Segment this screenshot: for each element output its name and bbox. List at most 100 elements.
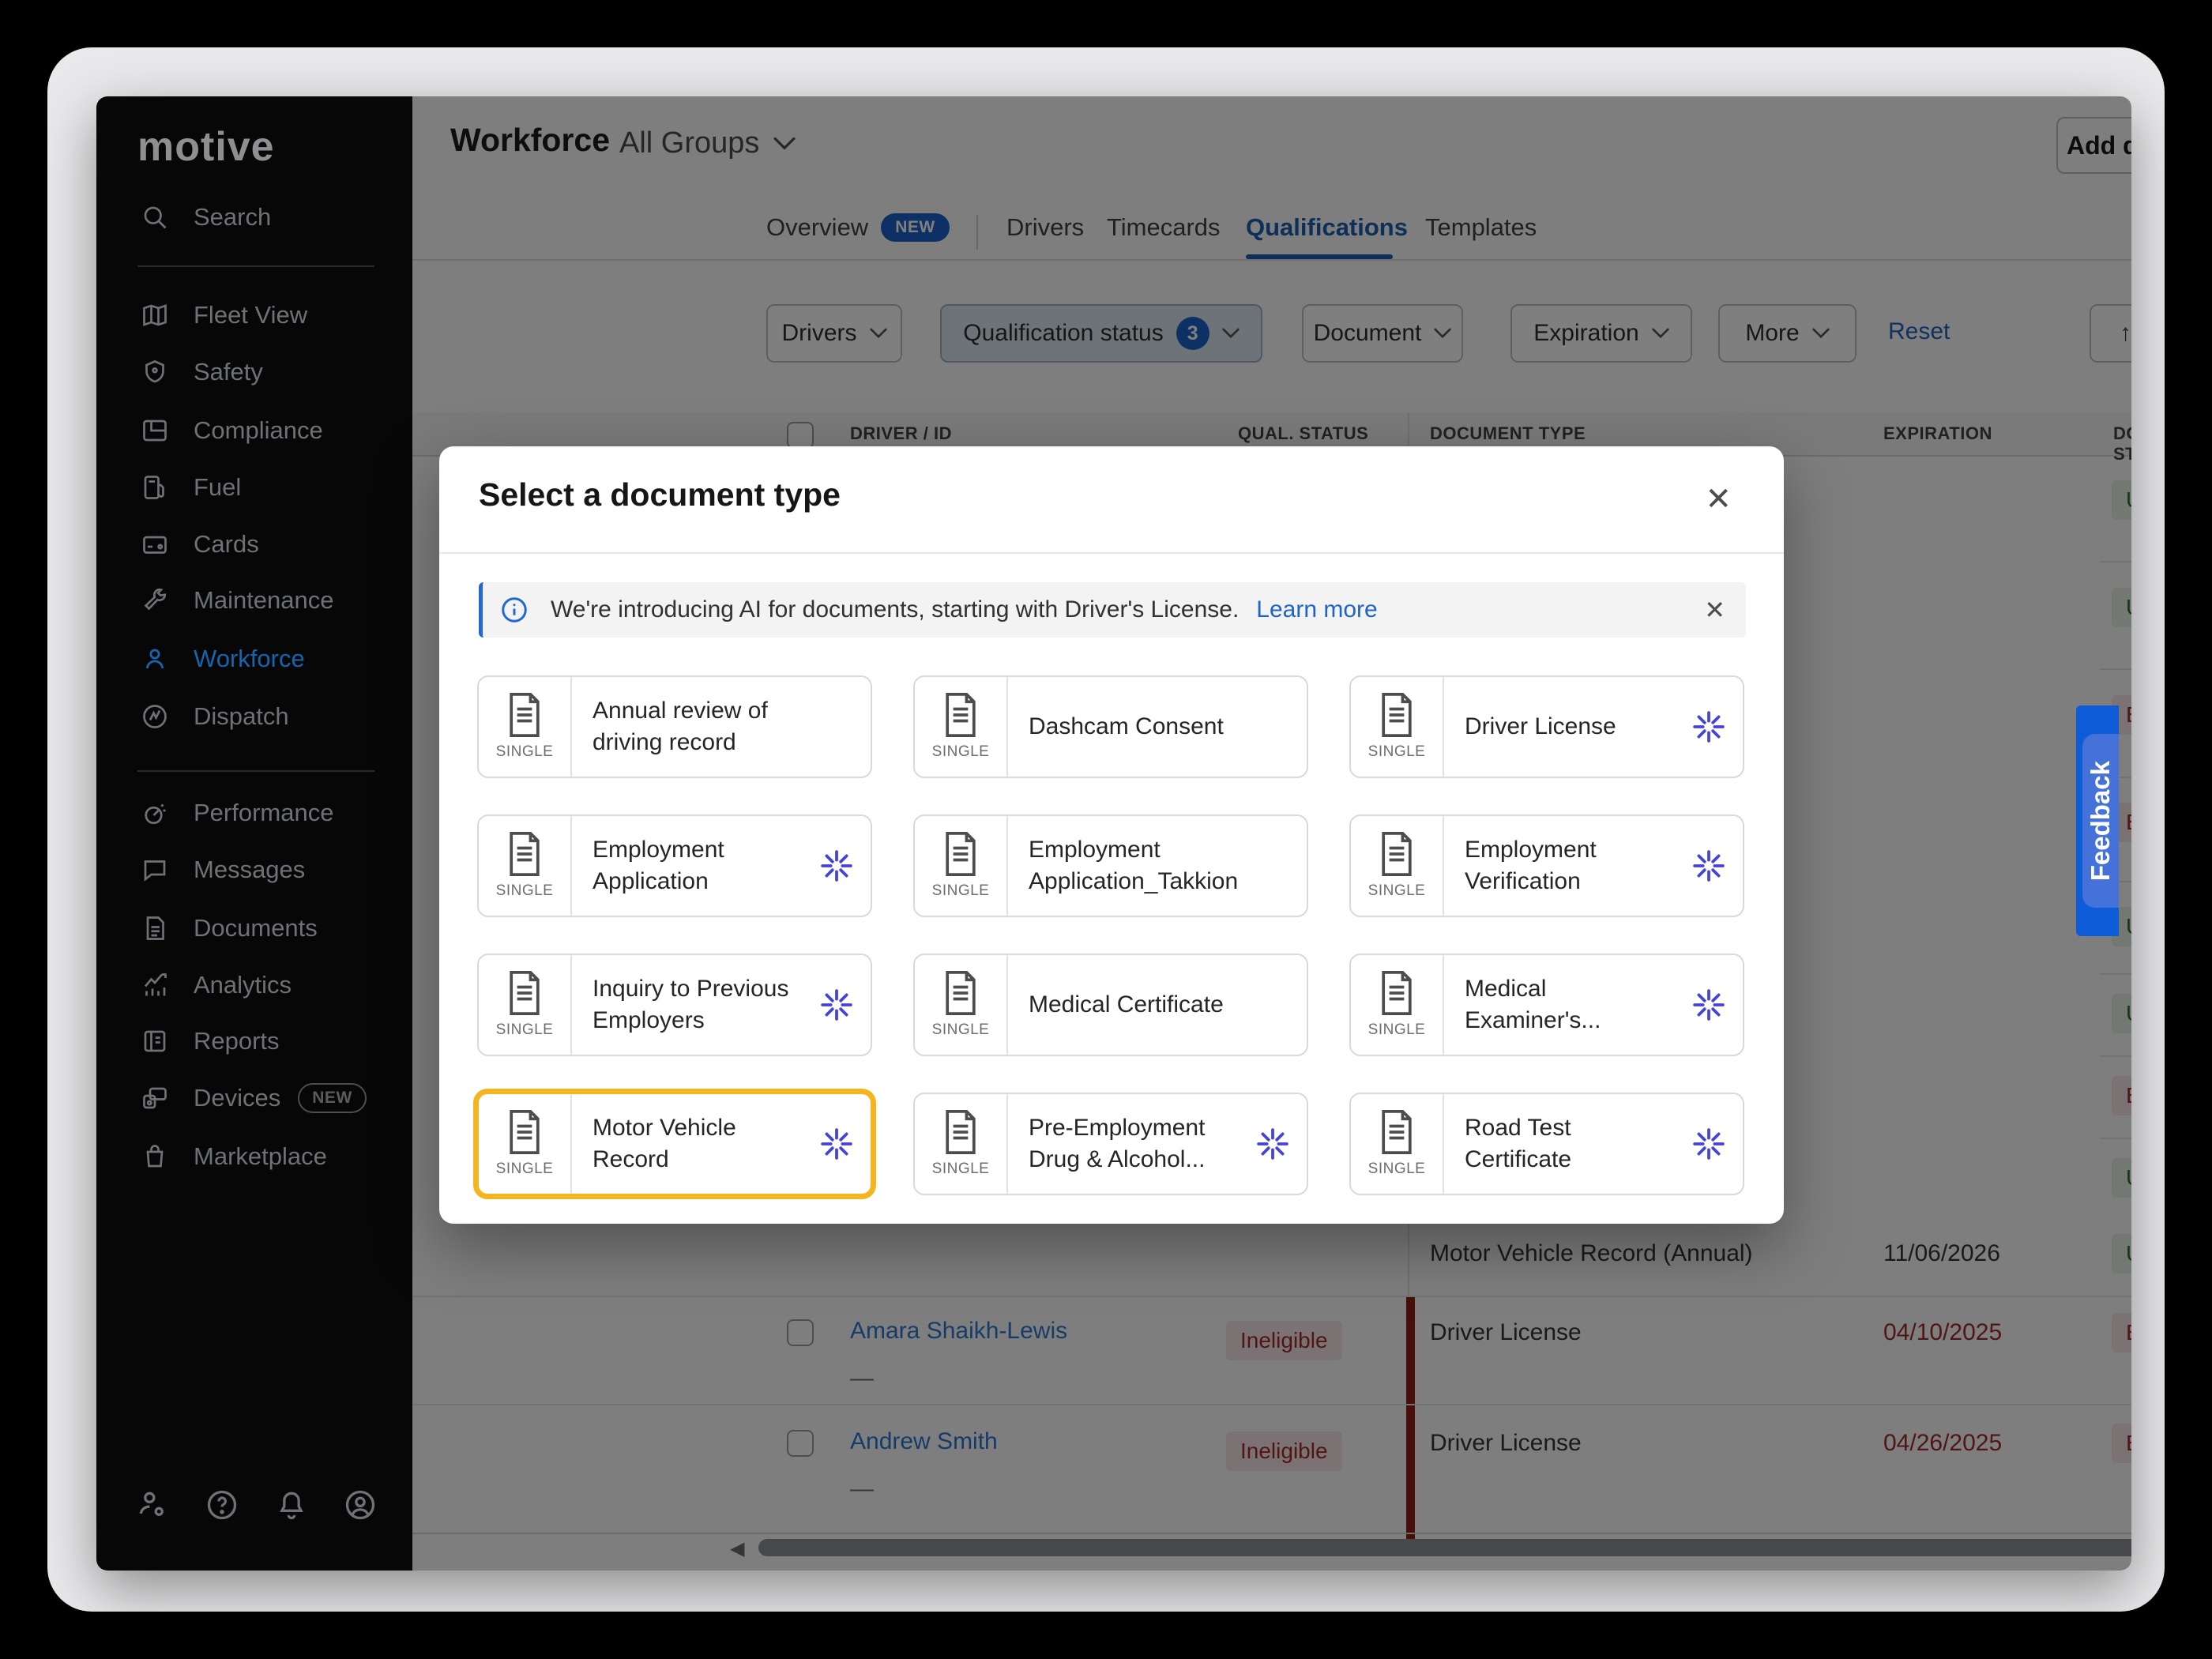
sidebar-divider [137,770,374,772]
info-icon [500,596,529,624]
help-icon[interactable] [204,1487,240,1523]
person-icon [138,645,171,673]
sidebar-search[interactable]: Search [96,194,412,240]
single-label: SINGLE [1368,743,1426,761]
doc-card-title: Medical Certificate [1029,989,1270,1021]
doc-card-inquiry-previous-employers[interactable]: SINGLE Inquiry to Previous Employers [477,954,872,1056]
ai-sparkle-icon [820,1127,853,1161]
sidebar-item-analytics[interactable]: Analytics [96,962,412,1008]
sidebar-item-label: Safety [194,358,263,386]
sidebar-divider [137,265,374,267]
shopping-bag-icon [138,1142,171,1171]
modal-close-icon[interactable]: ✕ [1705,481,1732,517]
document-icon [942,832,979,876]
sidebar-item-devices[interactable]: Devices NEW [96,1075,412,1121]
select-document-type-modal: Select a document type ✕ We're introduci… [439,446,1784,1224]
document-icon [506,693,543,737]
document-icon [506,832,543,876]
doc-card-title: Medical Examiner's... [1465,973,1675,1036]
feedback-tab[interactable]: Feedback [2076,705,2119,936]
ai-sparkle-icon [1692,710,1725,743]
single-label: SINGLE [496,1161,554,1178]
sidebar-item-fuel[interactable]: Fuel [96,465,412,510]
sidebar-item-label: Marketplace [194,1142,327,1171]
doc-card-employment-application[interactable]: SINGLE Employment Application [477,814,872,917]
ai-sparkle-icon [1692,988,1725,1021]
sidebar-item-label: Reports [194,1027,280,1055]
dispatch-icon [138,702,171,731]
document-icon [1379,971,1415,1015]
sidebar-item-label: Fuel [194,473,241,502]
fuel-pump-icon [138,473,171,502]
sidebar-item-marketplace[interactable]: Marketplace [96,1134,412,1179]
sidebar-item-label: Cards [194,530,259,559]
doc-card-dashcam-consent[interactable]: SINGLE Dashcam Consent [913,675,1308,778]
search-icon [138,203,171,231]
single-label: SINGLE [1368,1161,1426,1178]
sidebar-item-maintenance[interactable]: Maintenance [96,577,412,623]
doc-card-motor-vehicle-record[interactable]: SINGLE Motor Vehicle Record [473,1089,876,1199]
document-icon [1379,1110,1415,1154]
document-icon [1379,693,1415,737]
doc-card-annual-review[interactable]: SINGLE Annual review of driving record [477,675,872,778]
modal-header-divider [439,552,1784,554]
doc-card-title: Dashcam Consent [1029,711,1270,743]
account-icon[interactable] [342,1487,378,1523]
doc-card-road-test-certificate[interactable]: SINGLE Road Test Certificate [1349,1093,1744,1195]
document-icon [942,1110,979,1154]
single-label: SINGLE [932,882,990,900]
document-icon [942,693,979,737]
single-label: SINGLE [496,1021,554,1039]
trend-chart-icon [138,971,171,999]
sidebar-item-label: Analytics [194,971,292,999]
sidebar-item-fleet-view[interactable]: Fleet View [96,292,412,338]
gauge-icon [138,799,171,827]
ai-announcement-banner: We're introducing AI for documents, star… [479,582,1746,638]
doc-card-driver-license[interactable]: SINGLE Driver License [1349,675,1744,778]
sidebar-item-safety[interactable]: Safety [96,349,412,395]
devices-new-badge: NEW [298,1083,367,1113]
screenshot-root: motive Search Fleet View Safety Complian… [0,0,2212,1659]
motive-logo: motive [137,123,275,171]
sidebar-item-label: Dispatch [194,702,289,731]
doc-card-title: Employment Verification [1465,834,1675,897]
panels-icon [138,416,171,445]
document-icon [506,1110,543,1154]
report-icon [138,1027,171,1055]
modal-title: Select a document type [479,476,841,514]
notifications-bell-icon[interactable] [273,1487,310,1523]
doc-card-title: Motor Vehicle Record [592,1112,803,1176]
sidebar: motive Search Fleet View Safety Complian… [96,96,412,1571]
document-icon [1379,832,1415,876]
sidebar-item-messages[interactable]: Messages [96,847,412,893]
doc-card-title: Employment Application [592,834,803,897]
shield-icon [138,358,171,386]
document-icon [506,971,543,1015]
single-label: SINGLE [496,882,554,900]
banner-close-icon[interactable]: ✕ [1704,595,1725,625]
doc-card-title: Road Test Certificate [1465,1112,1675,1176]
sidebar-item-label: Messages [194,856,305,884]
single-label: SINGLE [932,1021,990,1039]
banner-text: We're introducing AI for documents, star… [551,596,1239,623]
chat-icon [138,856,171,884]
sidebar-item-workforce[interactable]: Workforce [96,636,412,682]
sidebar-item-label: Documents [194,914,318,942]
doc-card-employment-verification[interactable]: SINGLE Employment Verification [1349,814,1744,917]
doc-card-employment-application-takkion[interactable]: SINGLE Employment Application_Takkion [913,814,1308,917]
learn-more-link[interactable]: Learn more [1256,596,1377,623]
sidebar-item-label: Performance [194,799,333,827]
sidebar-item-reports[interactable]: Reports [96,1018,412,1064]
sidebar-item-dispatch[interactable]: Dispatch [96,694,412,739]
sidebar-item-performance[interactable]: Performance [96,790,412,836]
admin-settings-icon[interactable] [134,1487,171,1523]
ai-sparkle-icon [1256,1127,1289,1161]
sidebar-item-cards[interactable]: Cards [96,521,412,567]
doc-card-title: Employment Application_Takkion [1029,834,1289,897]
doc-card-pre-employment-drug-alcohol[interactable]: SINGLE Pre-Employment Drug & Alcohol... [913,1093,1308,1195]
ai-sparkle-icon [820,988,853,1021]
sidebar-item-compliance[interactable]: Compliance [96,408,412,453]
sidebar-item-documents[interactable]: Documents [96,905,412,951]
doc-card-medical-examiners[interactable]: SINGLE Medical Examiner's... [1349,954,1744,1056]
doc-card-medical-certificate[interactable]: SINGLE Medical Certificate [913,954,1308,1056]
